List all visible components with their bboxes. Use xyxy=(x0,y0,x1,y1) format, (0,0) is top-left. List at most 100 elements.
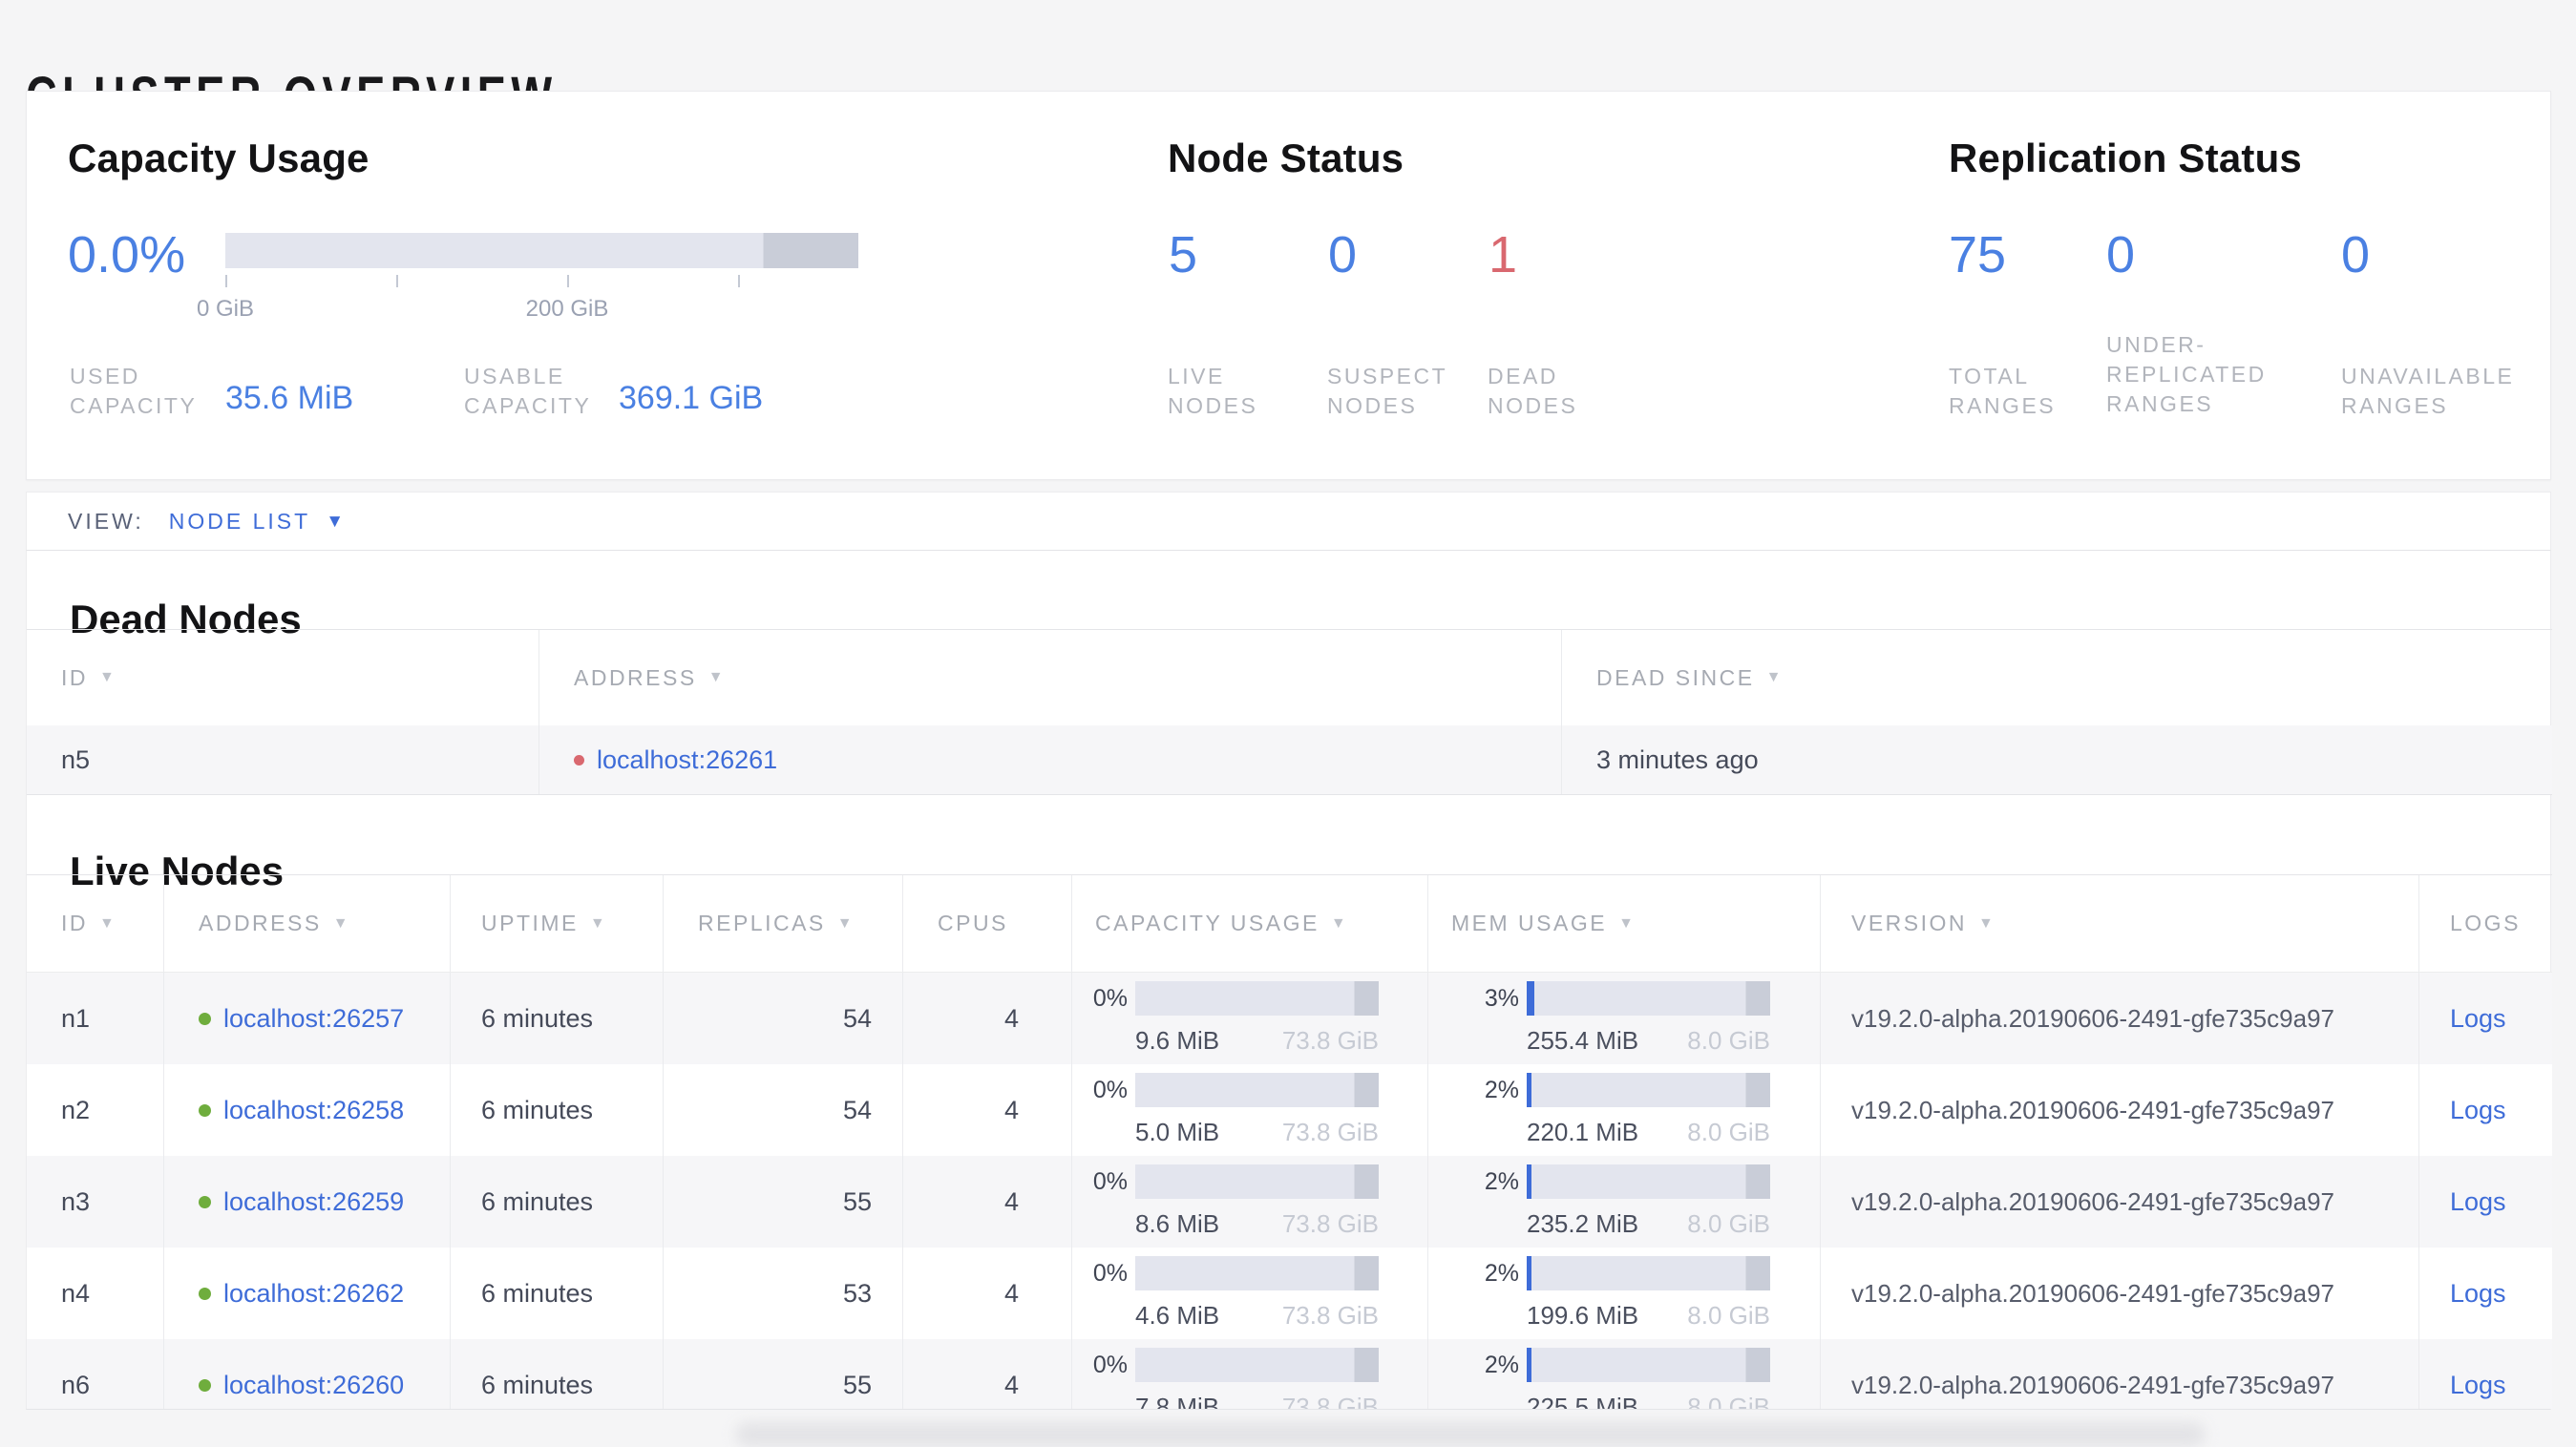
logs-link[interactable]: Logs xyxy=(2450,1004,2506,1034)
capacity-total-value: 73.8 GiB xyxy=(1281,1026,1379,1055)
sort-arrow-icon: ▼ xyxy=(332,914,351,932)
node-id-cell: n2 xyxy=(27,1064,164,1156)
column-header-cpus: CPUS xyxy=(903,875,1072,972)
dead-nodes-table: ID ▼ ADDRESS ▼ DEAD SINCE ▼ n5 localhost:26… xyxy=(27,629,2552,795)
node-address-link[interactable]: localhost:26257 xyxy=(223,1004,404,1034)
column-header-address[interactable]: ADDRESS ▼ xyxy=(164,875,451,972)
capacity-usage-cell: 0% 7.8 MiB 73.8 GiB xyxy=(1072,1339,1428,1409)
column-header-id[interactable]: ID ▼ xyxy=(27,630,539,725)
column-header-version[interactable]: VERSION ▼ xyxy=(1821,875,2419,972)
replicas-cell: 55 xyxy=(664,1156,903,1248)
used-capacity-label: USED CAPACITY xyxy=(70,364,198,418)
live-nodes-table-header: ID ▼ ADDRESS ▼ UPTIME ▼ REPLICAS ▼ CPUS CAPA… xyxy=(27,875,2552,973)
uptime-cell: 6 minutes xyxy=(451,1156,664,1248)
node-id-cell: n5 xyxy=(27,725,539,794)
live-status-dot-icon xyxy=(199,1012,211,1025)
column-header-replicas[interactable]: REPLICAS ▼ xyxy=(664,875,903,972)
unavailable-count: 0 xyxy=(2341,226,2371,283)
logs-link[interactable]: Logs xyxy=(2450,1371,2506,1400)
column-header-dead-since[interactable]: DEAD SINCE ▼ xyxy=(1562,630,2552,725)
capacity-percent: 0% xyxy=(1092,984,1128,1012)
column-header-address[interactable]: ADDRESS ▼ xyxy=(539,630,1562,725)
mem-used-value: 255.4 MiB xyxy=(1527,1026,1639,1055)
logs-link[interactable]: Logs xyxy=(2450,1096,2506,1125)
mem-total-value: 8.0 GiB xyxy=(1687,1118,1770,1146)
capacity-used-value: 9.6 MiB xyxy=(1135,1026,1220,1055)
logs-link[interactable]: Logs xyxy=(2450,1187,2506,1217)
sort-arrow-icon: ▼ xyxy=(1330,914,1349,932)
mem-percent: 2% xyxy=(1484,1167,1519,1195)
uptime-cell: 6 minutes xyxy=(451,1339,664,1409)
mem-total-value: 8.0 GiB xyxy=(1687,1026,1770,1055)
capacity-used-value: 8.6 MiB xyxy=(1135,1209,1220,1238)
mem-used-value: 235.2 MiB xyxy=(1527,1209,1639,1238)
replicas-cell: 53 xyxy=(664,1248,903,1339)
mem-usage-cell: 2% 235.2 MiB 8.0 GiB xyxy=(1428,1156,1821,1248)
capacity-used-value: 7.8 MiB xyxy=(1135,1393,1220,1409)
view-selector-dropdown[interactable]: NODE LIST ▼ xyxy=(169,509,344,535)
capacity-percent: 0% xyxy=(1092,1167,1128,1195)
node-address-link[interactable]: localhost:26261 xyxy=(597,745,777,775)
capacity-percent: 0% xyxy=(1092,1351,1128,1378)
chevron-down-icon: ▼ xyxy=(326,511,344,532)
mem-percent: 2% xyxy=(1484,1259,1519,1287)
capacity-percent: 0% xyxy=(1092,1076,1128,1103)
node-address-link[interactable]: localhost:26258 xyxy=(223,1096,404,1125)
live-nodes-label: LIVE NODES xyxy=(1168,364,1258,418)
view-selected-value: NODE LIST xyxy=(168,508,311,534)
sort-arrow-icon: ▼ xyxy=(99,914,117,932)
table-row: n6 localhost:26260 6 minutes 55 4 0% 7.8… xyxy=(27,1339,2552,1409)
capacity-percent-value: 0.0% xyxy=(68,226,186,283)
node-address-link[interactable]: localhost:26259 xyxy=(223,1187,404,1217)
used-capacity-value: 35.6 MiB xyxy=(225,380,354,416)
cpus-cell: 4 xyxy=(903,1064,1072,1156)
capacity-usage-cell: 0% 4.6 MiB 73.8 GiB xyxy=(1072,1248,1428,1339)
axis-tick xyxy=(567,275,569,287)
capacity-bar xyxy=(1135,1256,1379,1290)
mem-bar xyxy=(1527,1164,1770,1199)
column-header-uptime[interactable]: UPTIME ▼ xyxy=(451,875,664,972)
usable-capacity-label: USABLE CAPACITY xyxy=(464,364,592,418)
logs-cell: Logs xyxy=(2419,1064,2552,1156)
node-address-link[interactable]: localhost:26260 xyxy=(223,1371,404,1400)
column-header-capacity-usage[interactable]: CAPACITY USAGE ▼ xyxy=(1072,875,1428,972)
replication-status-title: Replication Status xyxy=(1949,136,2302,180)
node-address-cell: localhost:26258 xyxy=(164,1064,451,1156)
capacity-usage-cell: 0% 9.6 MiB 73.8 GiB xyxy=(1072,973,1428,1064)
node-id-cell: n1 xyxy=(27,973,164,1064)
mem-bar-fill xyxy=(1527,1164,1532,1199)
sort-arrow-icon: ▼ xyxy=(589,914,608,932)
node-id-cell: n4 xyxy=(27,1248,164,1339)
axis-tick xyxy=(396,275,398,287)
column-header-mem-usage[interactable]: MEM USAGE ▼ xyxy=(1428,875,1821,972)
capacity-total-value: 73.8 GiB xyxy=(1281,1118,1379,1146)
mem-bar-fill xyxy=(1527,1348,1532,1382)
mem-bar xyxy=(1527,1256,1770,1290)
logs-link[interactable]: Logs xyxy=(2450,1279,2506,1309)
table-row: n3 localhost:26259 6 minutes 55 4 0% 8.6… xyxy=(27,1156,2552,1248)
sort-arrow-icon: ▼ xyxy=(836,914,855,932)
dead-nodes-count: 1 xyxy=(1489,226,1518,283)
capacity-usage-title: Capacity Usage xyxy=(68,136,370,180)
cpus-cell: 4 xyxy=(903,973,1072,1064)
mem-usage-cell: 2% 199.6 MiB 8.0 GiB xyxy=(1428,1248,1821,1339)
uptime-cell: 6 minutes xyxy=(451,1248,664,1339)
capacity-total-value: 73.8 GiB xyxy=(1281,1393,1379,1409)
nodes-panel: Dead Nodes ID ▼ ADDRESS ▼ DEAD SINCE ▼ n5 l… xyxy=(26,551,2552,1410)
total-ranges-label: TOTAL RANGES xyxy=(1949,364,2057,418)
mem-total-value: 8.0 GiB xyxy=(1687,1393,1770,1409)
node-address-cell: localhost:26259 xyxy=(164,1156,451,1248)
dead-nodes-label: DEAD NODES xyxy=(1488,364,1578,418)
mem-bar-fill xyxy=(1527,981,1534,1016)
node-address-link[interactable]: localhost:26262 xyxy=(223,1279,404,1309)
cluster-summary-card: Capacity Usage 0.0% 0 GiB 200 GiB USED C… xyxy=(26,91,2551,480)
sort-arrow-icon: ▼ xyxy=(99,669,117,685)
capacity-total-value: 73.8 GiB xyxy=(1281,1301,1379,1330)
table-row: n2 localhost:26258 6 minutes 54 4 0% 5.0… xyxy=(27,1064,2552,1156)
replicas-cell: 54 xyxy=(664,973,903,1064)
live-status-dot-icon xyxy=(199,1195,211,1208)
live-status-dot-icon xyxy=(199,1378,211,1392)
capacity-percent: 0% xyxy=(1092,1259,1128,1287)
capacity-usage-cell: 0% 5.0 MiB 73.8 GiB xyxy=(1072,1064,1428,1156)
column-header-id[interactable]: ID ▼ xyxy=(27,875,164,972)
